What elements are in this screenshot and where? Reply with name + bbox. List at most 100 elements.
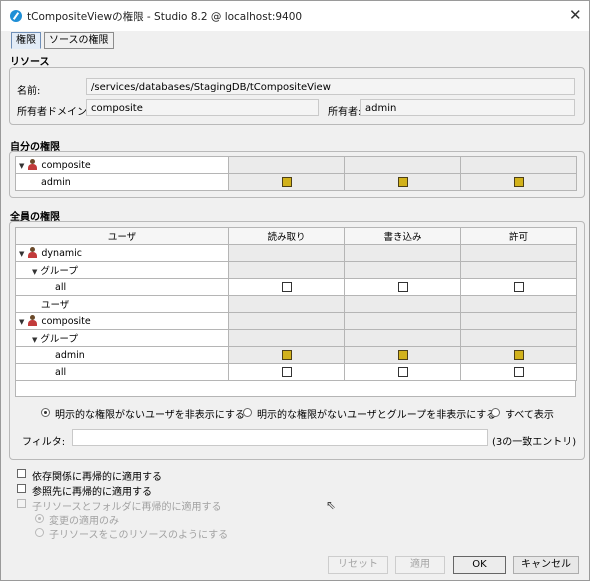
write-checkbox[interactable] — [397, 282, 408, 292]
expand-triangle-icon[interactable]: ▼ — [19, 162, 24, 170]
row-label: admin — [55, 349, 85, 361]
grant-checkbox[interactable] — [513, 367, 524, 377]
apply-dependencies-checkbox[interactable] — [17, 469, 26, 478]
window-title: tCompositeViewの権限 - Studio 8.2 @ localho… — [27, 11, 303, 23]
expand-triangle-icon[interactable]: ▼ — [19, 318, 24, 326]
column-header-read[interactable]: 読み取り — [228, 227, 345, 245]
title-bar: tCompositeViewの権限 - Studio 8.2 @ localho… — [1, 1, 589, 31]
owner-domain-field[interactable]: composite — [86, 99, 319, 116]
row-label: グループ — [40, 334, 78, 345]
expand-triangle-icon[interactable]: ▼ — [32, 268, 37, 276]
filter-radio-hide-users-groups[interactable] — [243, 408, 252, 417]
apply-dependencies-label: 依存関係に再帰的に適用する — [32, 472, 162, 483]
permissions-dialog: tCompositeViewの権限 - Studio 8.2 @ localho… — [0, 0, 590, 581]
name-field[interactable]: /services/databases/StagingDB/tComposite… — [86, 78, 575, 95]
write-checkbox[interactable] — [397, 367, 408, 377]
group-header-cell[interactable]: ▼ グループ — [15, 329, 229, 347]
user-domain-icon — [27, 247, 38, 258]
filter-radio-show-all[interactable] — [491, 408, 500, 417]
column-header-user[interactable]: ユーザ — [15, 227, 229, 245]
expand-triangle-icon[interactable]: ▼ — [32, 336, 37, 344]
user-domain-icon — [27, 159, 38, 170]
table-cell — [228, 346, 345, 364]
table-cell — [344, 363, 461, 381]
tab-permissions[interactable]: 権限 — [11, 32, 41, 49]
owner-field[interactable]: admin — [360, 99, 575, 116]
table-cell — [460, 295, 577, 313]
table-row: ▼ グループ — [15, 261, 577, 279]
expand-triangle-icon[interactable]: ▼ — [19, 250, 24, 258]
table-cell — [460, 173, 577, 191]
table-cell — [228, 312, 345, 330]
apply-references-checkbox[interactable] — [17, 484, 26, 493]
table-cell — [228, 278, 345, 296]
mouse-cursor-icon: ⇖ — [326, 498, 337, 512]
row-label: dynamic — [41, 248, 83, 259]
grant-checkbox — [513, 350, 524, 360]
table-row: all — [15, 363, 577, 381]
table-cell — [228, 173, 345, 191]
make-like-radio[interactable] — [35, 528, 44, 537]
apply-children-checkbox[interactable] — [17, 499, 26, 508]
owner-domain-label: 所有者ドメイン: — [17, 107, 91, 118]
table-cell — [228, 244, 345, 262]
table-header-row: ユーザ 読み取り 書き込み 許可 — [15, 227, 577, 245]
all-permissions-table: ユーザ 読み取り 書き込み 許可 ▼ dynamic ▼ グループ all ユーザ … — [15, 227, 577, 381]
reset-button[interactable]: リセット — [328, 556, 388, 574]
table-cell — [460, 278, 577, 296]
user-domain-icon — [27, 315, 38, 326]
grant-checkbox — [513, 177, 524, 187]
grant-checkbox[interactable] — [513, 282, 524, 292]
table-cell — [460, 261, 577, 279]
item-cell: all — [15, 363, 229, 381]
change-only-radio[interactable] — [35, 514, 44, 523]
table-cell — [344, 173, 461, 191]
table-row: all — [15, 278, 577, 296]
table-cell — [460, 312, 577, 330]
row-label: ユーザ — [41, 300, 70, 311]
studio-app-icon — [10, 10, 22, 22]
tab-source-permissions[interactable]: ソースの権限 — [44, 32, 114, 49]
filter-input[interactable] — [72, 429, 488, 446]
table-cell — [228, 329, 345, 347]
write-checkbox — [397, 177, 408, 187]
table-cell — [228, 156, 345, 174]
table-cell — [228, 295, 345, 313]
apply-references-label: 参照先に再帰的に適用する — [32, 487, 152, 498]
table-cell — [228, 261, 345, 279]
filter-radio-hide-users[interactable] — [41, 408, 50, 417]
table-cell — [460, 244, 577, 262]
row-label: グループ — [40, 266, 78, 277]
apply-button[interactable]: 適用 — [395, 556, 445, 574]
domain-cell[interactable]: ▼ composite — [15, 312, 229, 330]
table-row: ▼ グループ — [15, 329, 577, 347]
table-cell — [344, 295, 461, 313]
table-cell — [344, 156, 461, 174]
filter-option-label: すべて表示 — [505, 410, 554, 421]
column-header-grant[interactable]: 許可 — [460, 227, 577, 245]
row-label: composite — [41, 316, 91, 327]
read-checkbox[interactable] — [281, 367, 292, 377]
close-icon[interactable]: ✕ — [569, 6, 582, 24]
table-row: admin — [15, 173, 577, 191]
my-group-cell[interactable]: ▼ composite — [15, 156, 229, 174]
item-cell: admin — [15, 346, 229, 364]
domain-cell[interactable]: ▼ dynamic — [15, 244, 229, 262]
table-cell — [228, 363, 345, 381]
ok-button[interactable]: OK — [453, 556, 506, 574]
filter-option-label: 明示的な権限がないユーザとグループを非表示にする — [257, 410, 497, 421]
cancel-button[interactable]: キャンセル — [513, 556, 579, 574]
read-checkbox — [281, 177, 292, 187]
filter-option-label: 明示的な権限がないユーザを非表示にする — [55, 410, 245, 421]
owner-label: 所有者: — [328, 107, 362, 118]
my-user-name: admin — [41, 176, 71, 188]
column-header-write[interactable]: 書き込み — [344, 227, 461, 245]
table-row: ▼ dynamic — [15, 244, 577, 262]
table-row: ▼ composite — [15, 312, 577, 330]
read-checkbox[interactable] — [281, 282, 292, 292]
group-header-cell[interactable]: ▼ グループ — [15, 261, 229, 279]
table-cell — [344, 329, 461, 347]
table-cell — [344, 346, 461, 364]
read-checkbox — [281, 350, 292, 360]
my-permissions-table: ▼ composite admin — [15, 156, 577, 191]
